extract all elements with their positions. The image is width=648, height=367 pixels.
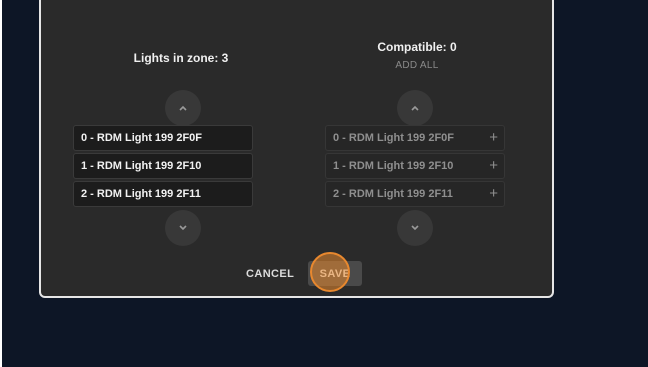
zone-lights-title: Lights in zone: 3 bbox=[133, 51, 229, 65]
zone-light-item[interactable]: 2 - RDM Light 199 2F11 bbox=[73, 181, 253, 207]
app-backdrop: Lights in zone: 3 0 - RDM Light 199 2F0F… bbox=[2, 0, 648, 367]
plus-icon[interactable]: + bbox=[489, 157, 498, 175]
compatible-light-item[interactable]: 0 - RDM Light 199 2F0F + bbox=[325, 125, 505, 151]
chevron-down-icon bbox=[411, 225, 419, 231]
chevron-down-icon bbox=[179, 225, 187, 231]
chevron-up-icon bbox=[179, 105, 187, 111]
compatible-light-label: 2 - RDM Light 199 2F11 bbox=[333, 188, 453, 200]
compatible-scroll-down-button[interactable] bbox=[397, 210, 433, 246]
compatible-light-item[interactable]: 2 - RDM Light 199 2F11 + bbox=[325, 181, 505, 207]
cancel-button[interactable]: CANCEL bbox=[246, 268, 294, 280]
zone-scroll-up-button[interactable] bbox=[165, 90, 201, 126]
save-button[interactable]: SAVE bbox=[308, 261, 362, 286]
zone-light-item[interactable]: 1 - RDM Light 199 2F10 bbox=[73, 153, 253, 179]
save-button-label: SAVE bbox=[319, 267, 351, 280]
zone-light-item[interactable]: 0 - RDM Light 199 2F0F bbox=[73, 125, 253, 151]
zone-light-label: 1 - RDM Light 199 2F10 bbox=[81, 160, 202, 172]
zone-light-label: 2 - RDM Light 199 2F11 bbox=[81, 188, 201, 200]
compatible-light-item[interactable]: 1 - RDM Light 199 2F10 + bbox=[325, 153, 505, 179]
zone-lights-dialog: Lights in zone: 3 0 - RDM Light 199 2F0F… bbox=[39, 0, 554, 298]
compatible-light-label: 1 - RDM Light 199 2F10 bbox=[333, 160, 454, 172]
add-all-button[interactable]: ADD ALL bbox=[337, 60, 497, 71]
plus-icon[interactable]: + bbox=[489, 129, 498, 147]
zone-scroll-down-button[interactable] bbox=[165, 210, 201, 246]
zone-light-label: 0 - RDM Light 199 2F0F bbox=[81, 132, 203, 144]
chevron-up-icon bbox=[411, 105, 419, 111]
compatible-lights-title: Compatible: 0 bbox=[377, 40, 457, 54]
plus-icon[interactable]: + bbox=[489, 185, 498, 203]
compatible-scroll-up-button[interactable] bbox=[397, 90, 433, 126]
compatible-light-label: 0 - RDM Light 199 2F0F bbox=[333, 132, 455, 144]
